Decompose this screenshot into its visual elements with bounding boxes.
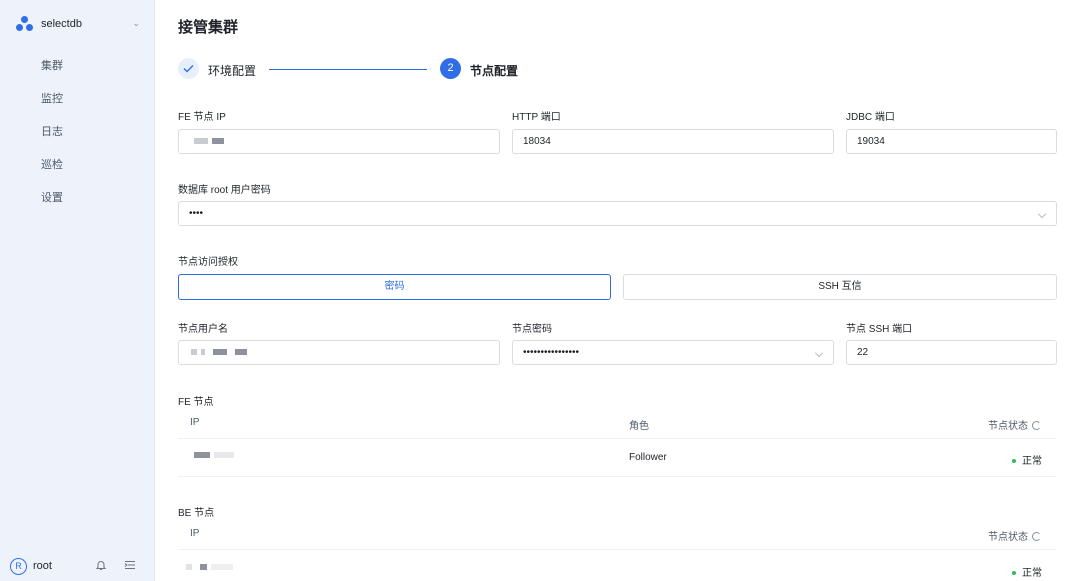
ssh-port-field[interactable]: 22 [846,340,1057,365]
brand-name: selectdb [41,18,82,30]
chevron-down-icon[interactable]: ⌄ [132,18,140,29]
username[interactable]: root [33,560,52,572]
redacted-value [194,138,208,145]
be-header-status: 节点状态 [988,528,1041,543]
selectdb-logo-icon [16,16,34,32]
stepper: 环境配置 2 节点配置 [178,58,538,80]
redacted-value [186,564,192,571]
status-badge: 正常 [1022,568,1042,579]
bell-icon[interactable] [94,558,108,572]
status-dot-icon [1012,459,1016,464]
divider [178,438,1056,439]
fe-header-status-label: 节点状态 [988,421,1028,432]
be-row-ip [186,562,237,573]
node-password-value: •••••••••••••••• [523,347,580,358]
sidebar-item-logs[interactable]: 日志 [0,124,154,157]
avatar[interactable]: R [10,557,27,575]
step-1-label: 环境配置 [208,64,257,78]
fe-ip-field[interactable] [178,129,500,154]
node-password-label: 节点密码 [512,324,552,335]
db-password-field[interactable]: •••• [178,201,1057,226]
auth-label: 节点访问授权 [178,257,238,268]
http-port-label: HTTP 端口 [512,112,561,123]
menu-collapse-icon[interactable] [123,558,137,572]
fe-header-role: 角色 [629,421,649,432]
fe-ip-label: FE 节点 IP [178,112,226,123]
sidebar-nav: 集群 监控 日志 巡检 设置 [0,58,154,223]
status-dot-icon [1012,571,1016,576]
node-user-label: 节点用户名 [178,324,228,335]
step-2-label: 节点配置 [470,64,519,78]
jdbc-port-field[interactable]: 19034 [846,129,1057,154]
cluster-switcher[interactable]: selectdb ⌄ [16,15,140,33]
divider [178,476,1056,477]
step-2-number: 2 [440,58,461,79]
http-port-field[interactable]: 18034 [512,129,834,154]
be-row-status: 正常 [1012,564,1042,579]
divider [178,549,1056,550]
auth-option-ssh[interactable]: SSH 互信 [623,274,1057,300]
chevron-down-icon[interactable] [1038,210,1046,218]
step-connector [269,69,427,70]
be-table-title: BE 节点 [178,508,215,519]
fe-header-ip: IP [190,417,200,428]
page-title: 接管集群 [178,19,239,36]
sidebar: selectdb ⌄ 集群 监控 日志 巡检 设置 R root [0,0,155,581]
fe-row-ip [194,450,238,461]
redacted-value [191,349,197,356]
fe-table-title: FE 节点 [178,397,214,408]
refresh-icon[interactable] [1032,532,1041,541]
be-header-ip: IP [190,528,200,539]
sidebar-item-inspection[interactable]: 巡检 [0,157,154,190]
db-password-value: •••• [189,208,204,219]
node-user-field[interactable] [178,340,500,365]
auth-option-password[interactable]: 密码 [178,274,611,300]
sidebar-item-monitor[interactable]: 监控 [0,91,154,124]
fe-row-status: 正常 [1012,452,1042,467]
check-icon [183,65,194,73]
status-badge: 正常 [1022,456,1042,467]
chevron-down-icon[interactable] [815,349,823,357]
redacted-value [194,452,210,459]
step-1-done [178,58,199,79]
ssh-port-label: 节点 SSH 端口 [846,324,913,335]
fe-row-role: Follower [629,452,667,463]
jdbc-port-label: JDBC 端口 [846,112,895,123]
node-password-field[interactable]: •••••••••••••••• [512,340,834,365]
fe-header-status: 节点状态 [988,417,1041,432]
refresh-icon[interactable] [1032,421,1041,430]
db-password-label: 数据库 root 用户密码 [178,185,271,196]
sidebar-footer: R root [10,557,145,575]
sidebar-item-cluster[interactable]: 集群 [0,58,154,91]
sidebar-item-settings[interactable]: 设置 [0,190,154,223]
be-header-status-label: 节点状态 [988,532,1028,543]
